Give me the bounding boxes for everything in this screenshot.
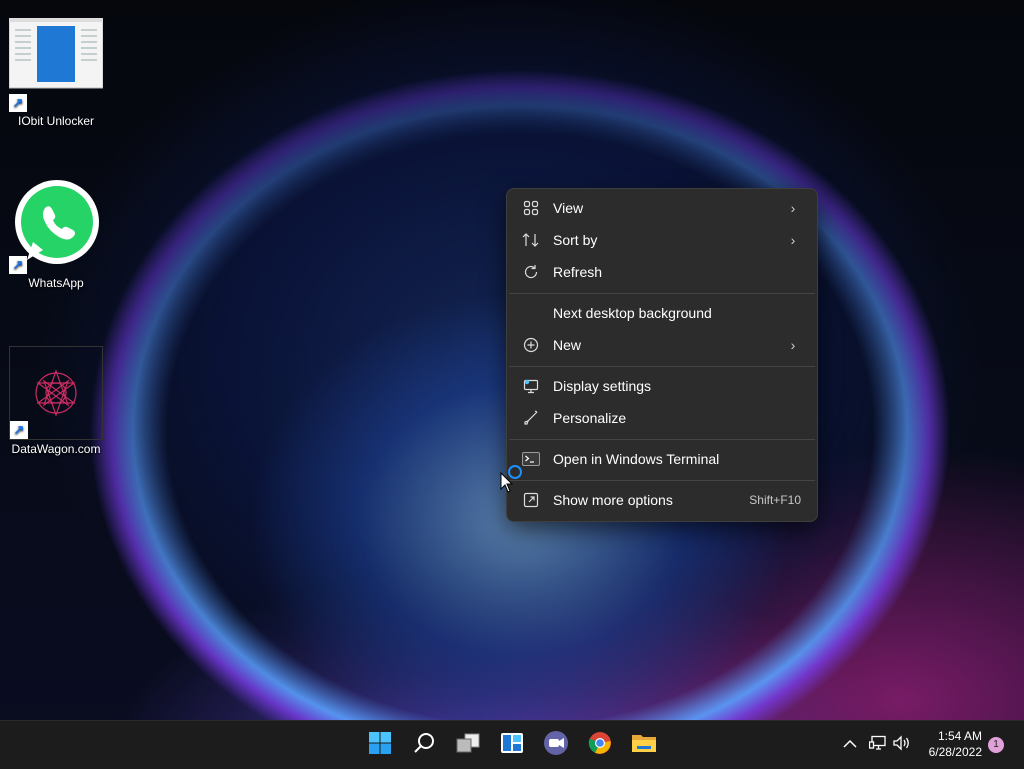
widgets-button[interactable]: [496, 729, 528, 761]
chrome-icon: [588, 731, 612, 760]
teams-chat-icon: [543, 730, 569, 761]
menu-item-refresh[interactable]: Refresh: [511, 257, 813, 287]
menu-item-label: Sort by: [553, 232, 598, 248]
plus-circle-icon: [521, 335, 541, 355]
task-view-icon: [455, 731, 481, 760]
datawagon-icon: ↗: [9, 346, 103, 440]
whatsapp-icon: ↗: [9, 180, 103, 274]
clock-time: 1:54 AM: [937, 729, 982, 743]
menu-item-label: New: [553, 337, 582, 353]
display-settings-icon: [521, 376, 541, 396]
menu-item-personalize[interactable]: Personalize: [511, 403, 813, 433]
menu-item-label: View: [553, 200, 584, 216]
terminal-icon: [521, 449, 541, 469]
chevron-right-icon: ›: [790, 337, 796, 353]
notification-badge[interactable]: 1: [988, 737, 1004, 753]
menu-item-label: Display settings: [553, 378, 652, 394]
chevron-up-icon: [843, 736, 857, 754]
desktop-icon-label: IObit Unlocker: [17, 114, 95, 128]
shortcut-arrow-icon: ↗: [10, 421, 28, 439]
teams-chat-button[interactable]: [540, 729, 572, 761]
menu-item-view[interactable]: View ›: [511, 193, 813, 223]
grid-view-icon: [521, 198, 541, 218]
menu-separator: [509, 480, 815, 481]
menu-item-label: Open in Windows Terminal: [553, 451, 720, 467]
blank-icon: [521, 303, 541, 323]
start-icon: [368, 731, 392, 760]
clock-date: 6/28/2022: [928, 745, 982, 759]
desktop-icon-label: DataWagon.com: [11, 442, 101, 456]
widgets-icon: [500, 731, 524, 760]
refresh-icon: [521, 262, 541, 282]
menu-separator: [509, 366, 815, 367]
menu-separator: [509, 293, 815, 294]
task-view-button[interactable]: [452, 729, 484, 761]
menu-item-open-in-windows-terminal[interactable]: Open in Windows Terminal: [511, 444, 813, 474]
notification-count: 1: [993, 739, 999, 750]
desktop-context-menu: View › Sort by › Refresh Next desktop ba…: [506, 188, 818, 522]
network-icon: [868, 735, 887, 756]
desktop-icon-label: WhatsApp: [28, 276, 84, 290]
desktop-icon-whatsapp[interactable]: ↗ WhatsApp: [8, 180, 104, 290]
keyboard-shortcut: Shift+F10: [749, 493, 801, 507]
menu-separator: [509, 439, 815, 440]
shortcut-arrow-icon: ↗: [9, 94, 27, 112]
sort-icon: [521, 230, 541, 250]
menu-item-sort-by[interactable]: Sort by ›: [511, 225, 813, 255]
chevron-right-icon: ›: [790, 200, 796, 216]
search-button[interactable]: [408, 729, 440, 761]
menu-item-display-settings[interactable]: Display settings: [511, 371, 813, 401]
menu-item-label: Personalize: [553, 410, 627, 426]
search-icon: [412, 731, 436, 760]
busy-ring-icon: [508, 465, 522, 479]
brush-icon: [521, 408, 541, 428]
file-explorer-button[interactable]: [628, 729, 660, 761]
chevron-right-icon: ›: [790, 232, 796, 248]
chrome-button[interactable]: [584, 729, 616, 761]
menu-item-label: Show more options: [553, 492, 673, 508]
menu-item-show-more-options[interactable]: Show more options Shift+F10: [511, 485, 813, 515]
desktop-icon-datawagon[interactable]: ↗ DataWagon.com: [8, 346, 104, 456]
shortcut-arrow-icon: ↗: [9, 256, 27, 274]
start-button[interactable]: [364, 729, 396, 761]
file-explorer-icon: [631, 731, 657, 760]
menu-item-next-desktop-background[interactable]: Next desktop background: [511, 298, 813, 328]
menu-item-label: Refresh: [553, 264, 603, 280]
clock[interactable]: 1:54 AM 6/28/2022: [912, 729, 982, 759]
volume-icon: [893, 734, 911, 756]
taskbar: 1:54 AM 6/28/2022 1: [0, 720, 1024, 769]
iobit-unlocker-icon: ↗: [8, 17, 104, 112]
menu-item-new[interactable]: New ›: [511, 330, 813, 360]
menu-item-label: Next desktop background: [553, 305, 712, 321]
desktop-icon-iobit-unlocker[interactable]: ↗ IObit Unlocker: [8, 17, 104, 128]
